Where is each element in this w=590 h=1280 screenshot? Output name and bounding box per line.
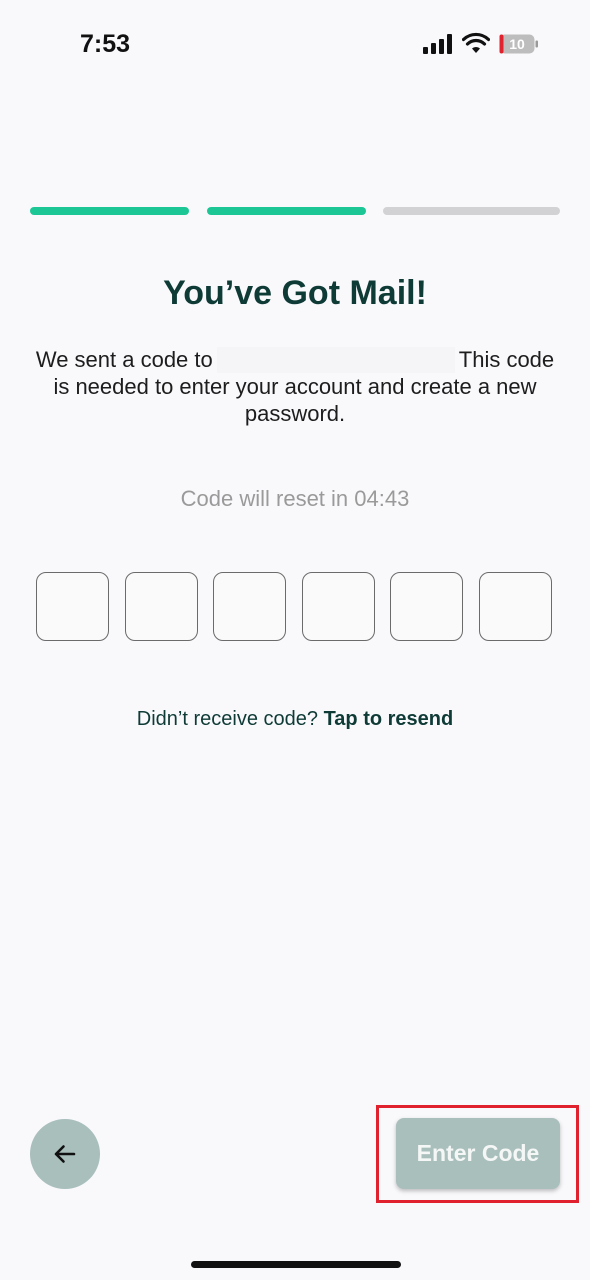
reset-timer: Code will reset in 04:43 (0, 486, 590, 512)
arrow-left-icon (54, 1145, 76, 1163)
battery-level: 10 (509, 36, 525, 52)
resend-row: Didn’t receive code? Tap to resend (0, 708, 590, 731)
resend-prompt: Didn’t receive code? (136, 708, 318, 730)
code-digit-1[interactable] (36, 572, 109, 641)
redacted-email (216, 347, 455, 373)
progress-step-1 (30, 207, 189, 215)
page-title: You’ve Got Mail! (163, 274, 427, 312)
timer-label: Code will reset in (180, 486, 349, 511)
home-indicator (191, 1261, 401, 1268)
code-digit-3[interactable] (213, 572, 286, 641)
progress-step-3 (383, 207, 560, 215)
highlight-box (376, 1105, 579, 1203)
message-before: We sent a code to (35, 347, 213, 372)
info-message: We sent a code to This code is needed to … (30, 346, 560, 427)
back-button[interactable] (30, 1119, 100, 1189)
status-time: 7:53 (80, 30, 131, 58)
wifi-icon (462, 32, 490, 53)
progress-step-2 (207, 207, 366, 215)
status-bar: 7:53 10 (0, 0, 590, 90)
code-digit-5[interactable] (390, 572, 463, 641)
battery-icon: 10 (499, 34, 538, 54)
code-digit-2[interactable] (125, 572, 198, 641)
code-input-group (36, 572, 554, 642)
timer-value: 04:43 (354, 486, 410, 511)
resend-link[interactable]: Tap to resend (324, 708, 454, 730)
signal-icon (423, 34, 452, 54)
code-digit-4[interactable] (302, 572, 375, 641)
code-digit-6[interactable] (479, 572, 552, 641)
